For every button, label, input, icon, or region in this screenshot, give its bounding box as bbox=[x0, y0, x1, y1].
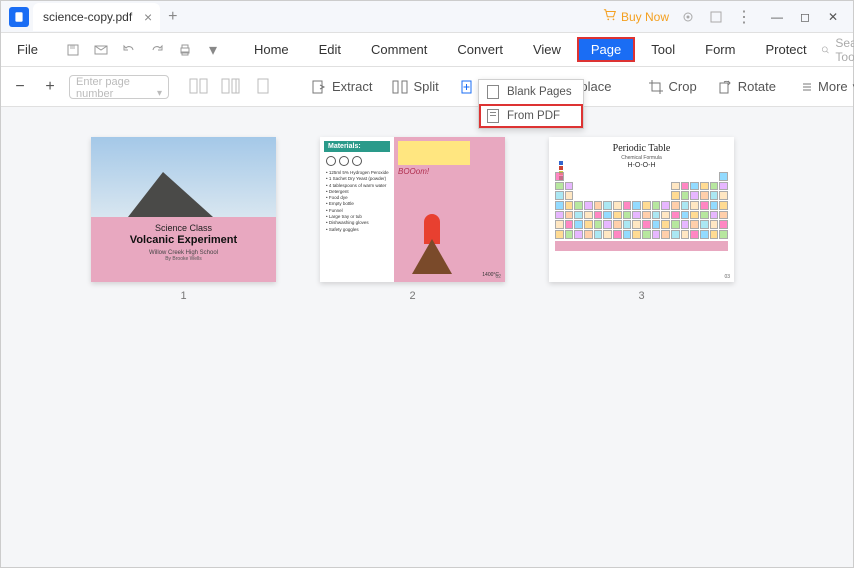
minimize-button[interactable]: — bbox=[763, 3, 791, 31]
cart-icon bbox=[603, 8, 617, 25]
document-tab[interactable]: science-copy.pdf × bbox=[33, 3, 160, 31]
menu-page[interactable]: Page bbox=[577, 37, 635, 62]
layout-view-1[interactable] bbox=[189, 78, 211, 96]
boom-label: BOOom! bbox=[398, 167, 501, 176]
share-icon[interactable] bbox=[707, 8, 725, 26]
close-tab-icon[interactable]: × bbox=[144, 9, 152, 25]
periodic-title: Periodic Table bbox=[555, 143, 728, 154]
kebab-menu-icon[interactable]: ⋮ bbox=[735, 8, 753, 26]
close-window-button[interactable]: ✕ bbox=[819, 3, 847, 31]
page-thumbnail-1[interactable]: Science Class Volcanic Experiment Willow… bbox=[91, 137, 276, 302]
rotate-icon bbox=[717, 79, 733, 95]
chevron-down-icon[interactable]: ▾ bbox=[204, 41, 222, 59]
materials-header: Materials: bbox=[324, 141, 390, 152]
blank-page-icon bbox=[487, 85, 499, 99]
split-icon bbox=[392, 79, 408, 95]
slide-author: By Brooke Wells bbox=[95, 256, 272, 262]
menu-comment[interactable]: Comment bbox=[357, 37, 441, 62]
zoom-out-button[interactable]: − bbox=[9, 76, 31, 98]
slide-heading: Volcanic Experiment bbox=[95, 234, 272, 246]
menu-edit[interactable]: Edit bbox=[305, 37, 355, 62]
extract-button[interactable]: Extract bbox=[311, 79, 372, 95]
rotate-button[interactable]: Rotate bbox=[717, 79, 776, 95]
page-number-label: 3 bbox=[638, 290, 644, 302]
maximize-button[interactable]: ◻ bbox=[791, 3, 819, 31]
print-icon[interactable] bbox=[176, 41, 194, 59]
materials-list: • 125ml 5% Hydrogen Peroxide • 1 Sachet … bbox=[324, 170, 390, 233]
chemical-formula: H-O-O-H bbox=[555, 162, 728, 169]
page-thumbnail-3[interactable]: Periodic Table Chemical Formula H-O-O-H … bbox=[549, 137, 734, 302]
settings-icon[interactable] bbox=[679, 8, 697, 26]
crop-button[interactable]: Crop bbox=[648, 79, 697, 95]
save-icon[interactable] bbox=[64, 41, 82, 59]
buy-now-link[interactable]: Buy Now bbox=[603, 8, 669, 25]
split-button[interactable]: Split bbox=[392, 79, 438, 95]
page-toolbar: − + Enter page number Extract Split Inse… bbox=[1, 67, 853, 107]
pdf-page-icon bbox=[487, 109, 499, 123]
slide-page-number: 03 bbox=[724, 274, 730, 280]
periodic-subtitle: Chemical Formula bbox=[555, 155, 728, 161]
page-thumbnails-area: Science Class Volcanic Experiment Willow… bbox=[1, 107, 853, 567]
more-button[interactable]: More ▾ › bbox=[800, 79, 854, 94]
file-menu[interactable]: File bbox=[7, 42, 48, 57]
periodic-table bbox=[555, 172, 728, 239]
new-tab-button[interactable]: + bbox=[168, 8, 177, 26]
slide-title: Science Class bbox=[95, 223, 272, 233]
insert-icon bbox=[459, 79, 475, 95]
more-icon bbox=[800, 80, 814, 94]
layout-view-2[interactable] bbox=[221, 78, 243, 96]
undo-icon[interactable] bbox=[120, 41, 138, 59]
menu-convert[interactable]: Convert bbox=[443, 37, 517, 62]
page-number-label: 2 bbox=[409, 290, 415, 302]
extract-icon bbox=[311, 79, 327, 95]
zoom-in-button[interactable]: + bbox=[39, 76, 61, 98]
mail-icon[interactable] bbox=[92, 41, 110, 59]
menu-form[interactable]: Form bbox=[691, 37, 749, 62]
search-tools[interactable]: Search Tools bbox=[821, 36, 854, 64]
menu-home[interactable]: Home bbox=[240, 37, 303, 62]
insert-from-pdf[interactable]: From PDF bbox=[479, 104, 583, 128]
volcano-illustration bbox=[402, 214, 472, 274]
page-number-input[interactable]: Enter page number bbox=[69, 75, 169, 99]
page-thumbnail-2[interactable]: Materials: • 125ml 5% Hydrogen Peroxide … bbox=[320, 137, 505, 302]
tab-title: science-copy.pdf bbox=[43, 10, 132, 24]
insert-dropdown: Blank Pages From PDF bbox=[478, 79, 584, 129]
insert-blank-pages[interactable]: Blank Pages bbox=[479, 80, 583, 104]
page-number-label: 1 bbox=[180, 290, 186, 302]
crop-icon bbox=[648, 79, 664, 95]
app-icon bbox=[9, 7, 29, 27]
layout-view-3[interactable] bbox=[253, 78, 275, 96]
menubar: File ▾ Home Edit Comment Convert View Pa… bbox=[1, 33, 853, 67]
menu-tool[interactable]: Tool bbox=[637, 37, 689, 62]
search-icon bbox=[821, 43, 830, 57]
menu-view[interactable]: View bbox=[519, 37, 575, 62]
slide-page-number: 02 bbox=[495, 274, 501, 280]
redo-icon[interactable] bbox=[148, 41, 166, 59]
sticky-note bbox=[398, 141, 470, 165]
menu-protect[interactable]: Protect bbox=[751, 37, 820, 62]
titlebar: science-copy.pdf × + Buy Now ⋮ — ◻ ✕ bbox=[1, 1, 853, 33]
